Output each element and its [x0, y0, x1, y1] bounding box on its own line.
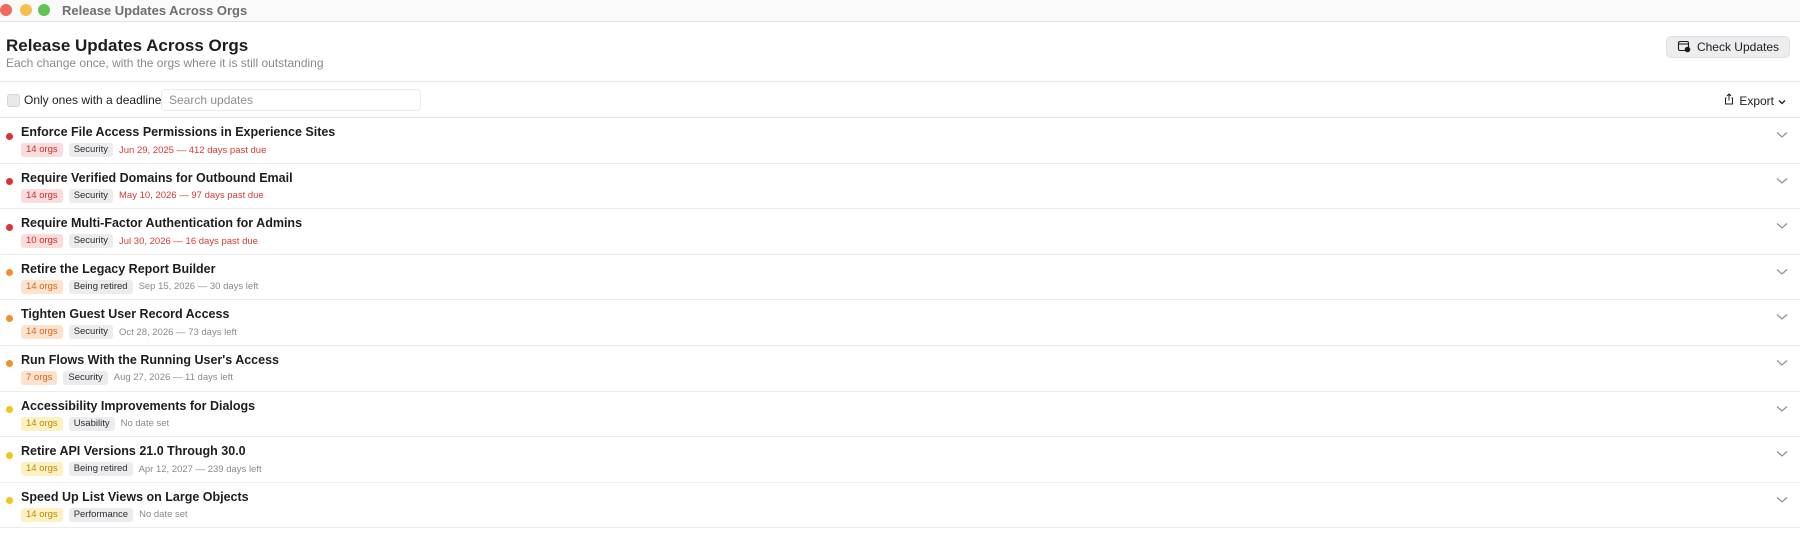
update-row[interactable]: Require Multi-Factor Authentication for … [0, 209, 1800, 255]
deadline-only-checkbox[interactable] [7, 94, 20, 107]
org-count-badge: 7 orgs [21, 370, 58, 385]
update-meta: 7 orgs Security Aug 27, 2026 — 11 days lef… [21, 370, 233, 385]
window-title: Release Updates Across Orgs [62, 3, 248, 18]
update-meta: 14 orgs Being retired Apr 12, 2027 — 239 d… [21, 462, 262, 477]
search-input[interactable] [161, 89, 421, 111]
update-title: Accessibility Improvements for Dialogs [21, 398, 256, 413]
update-title: Speed Up List Views on Large Objects [21, 489, 249, 504]
category-badge: Security [63, 370, 108, 385]
minimize-window-button[interactable] [20, 4, 32, 16]
severity-dot [6, 360, 13, 368]
expand-chevron-icon[interactable] [1776, 126, 1788, 138]
update-title: Tighten Guest User Record Access [21, 307, 230, 322]
expand-chevron-icon[interactable] [1776, 354, 1788, 366]
check-updates-button[interactable]: Check Updates [1665, 36, 1790, 58]
deadline-text: No date set [120, 418, 170, 430]
severity-dot [6, 178, 13, 186]
release-update-list: Enforce File Access Permissions in Exper… [0, 118, 1800, 529]
category-badge: Performance [68, 507, 134, 522]
org-count-badge: 14 orgs [21, 188, 63, 203]
update-row[interactable]: Speed Up List Views on Large Objects 14 o… [0, 483, 1800, 529]
org-count-badge: 14 orgs [21, 143, 63, 157]
category-badge: Being retired [68, 279, 133, 294]
check-updates-label: Check Updates [1696, 40, 1779, 54]
org-count-badge: 14 orgs [21, 462, 63, 477]
zoom-window-button[interactable] [38, 4, 50, 16]
deadline-text: No date set [139, 509, 188, 521]
close-window-button[interactable] [0, 4, 12, 16]
update-title: Retire API Versions 21.0 Through 30.0 [21, 444, 246, 459]
update-row[interactable]: Accessibility Improvements for Dialogs 14… [0, 392, 1800, 438]
category-badge: Security [68, 325, 114, 340]
update-row[interactable]: Enforce File Access Permissions in Exper… [0, 118, 1800, 164]
severity-dot [6, 223, 13, 231]
deadline-text: Sep 15, 2026 — 30 days left [138, 281, 259, 293]
expand-chevron-icon[interactable] [1776, 491, 1788, 503]
org-count-badge: 14 orgs [21, 507, 63, 522]
deadline-text: Apr 12, 2027 — 239 days left [138, 463, 262, 475]
expand-chevron-icon[interactable] [1776, 172, 1788, 184]
org-count-badge: 10 orgs [21, 234, 63, 249]
filter-toolbar: Only ones with a deadline Export [0, 82, 1800, 118]
expand-chevron-icon[interactable] [1776, 445, 1788, 457]
update-row[interactable]: Retire API Versions 21.0 Through 30.0 14 … [0, 437, 1800, 483]
expand-chevron-icon[interactable] [1776, 217, 1788, 229]
update-meta: 14 orgs Being retired Sep 15, 2026 — 30 da… [21, 279, 259, 294]
severity-dot [6, 314, 13, 322]
update-title: Run Flows With the Running User's Access [21, 352, 279, 367]
deadline-text: Oct 28, 2026 — 73 days left [119, 326, 237, 338]
category-badge: Security [68, 234, 114, 249]
page-subtitle: Each change once, with the orgs where it… [6, 56, 324, 70]
update-meta: 10 orgs Security Jul 30, 2026 — 16 days pa… [21, 234, 258, 249]
window-titlebar: Release Updates Across Orgs [0, 0, 1800, 22]
update-row[interactable]: Tighten Guest User Record Access 14 orgs S… [0, 300, 1800, 346]
category-badge: Security [68, 188, 114, 203]
update-meta: 14 orgs Security Oct 28, 2026 — 73 days le… [21, 325, 237, 340]
category-badge: Usability [68, 416, 115, 431]
page-header: Release Updates Across Orgs Each change … [0, 22, 1800, 82]
deadline-only-label[interactable]: Only ones with a deadline [24, 93, 161, 107]
update-meta: 14 orgs Security Jun 29, 2025 — 412 days p… [21, 143, 266, 157]
expand-chevron-icon[interactable] [1776, 308, 1788, 321]
deadline-text: May 10, 2026 — 97 days past due [119, 190, 264, 202]
export-label: Export [1739, 93, 1774, 108]
severity-dot [6, 497, 13, 505]
severity-dot [6, 451, 13, 459]
update-title: Enforce File Access Permissions in Exper… [21, 125, 336, 139]
severity-dot [6, 406, 13, 414]
update-row[interactable]: Retire the Legacy Report Builder 14 orgs B… [0, 255, 1800, 301]
org-count-badge: 14 orgs [21, 416, 63, 431]
chevron-down-icon [1778, 94, 1786, 108]
page-title: Release Updates Across Orgs [6, 36, 249, 55]
deadline-text: Aug 27, 2026 — 11 days left [113, 372, 233, 384]
update-row[interactable]: Require Verified Domains for Outbound Em… [0, 164, 1800, 210]
update-title: Require Verified Domains for Outbound Em… [21, 170, 293, 185]
update-meta: 14 orgs Performance No date set [21, 507, 188, 522]
expand-chevron-icon[interactable] [1776, 263, 1788, 275]
update-title: Retire the Legacy Report Builder [21, 261, 216, 276]
update-meta: 14 orgs Usability No date set [21, 416, 170, 431]
calendar-check-icon [1677, 39, 1691, 56]
deadline-text: Jul 30, 2026 — 16 days past due [119, 235, 258, 247]
severity-dot [6, 132, 13, 140]
export-menu-button[interactable]: Export [1723, 93, 1786, 108]
category-badge: Security [68, 143, 114, 157]
severity-dot [6, 269, 13, 277]
org-count-badge: 14 orgs [21, 279, 63, 294]
update-meta: 14 orgs Security May 10, 2026 — 97 days pa… [21, 188, 264, 203]
update-row[interactable]: Run Flows With the Running User's Access… [0, 346, 1800, 392]
expand-chevron-icon[interactable] [1776, 400, 1788, 412]
category-badge: Being retired [68, 462, 133, 477]
deadline-text: Jun 29, 2025 — 412 days past due [119, 144, 267, 156]
share-icon [1723, 93, 1735, 108]
org-count-badge: 14 orgs [21, 325, 63, 340]
update-title: Require Multi-Factor Authentication for … [21, 216, 303, 231]
